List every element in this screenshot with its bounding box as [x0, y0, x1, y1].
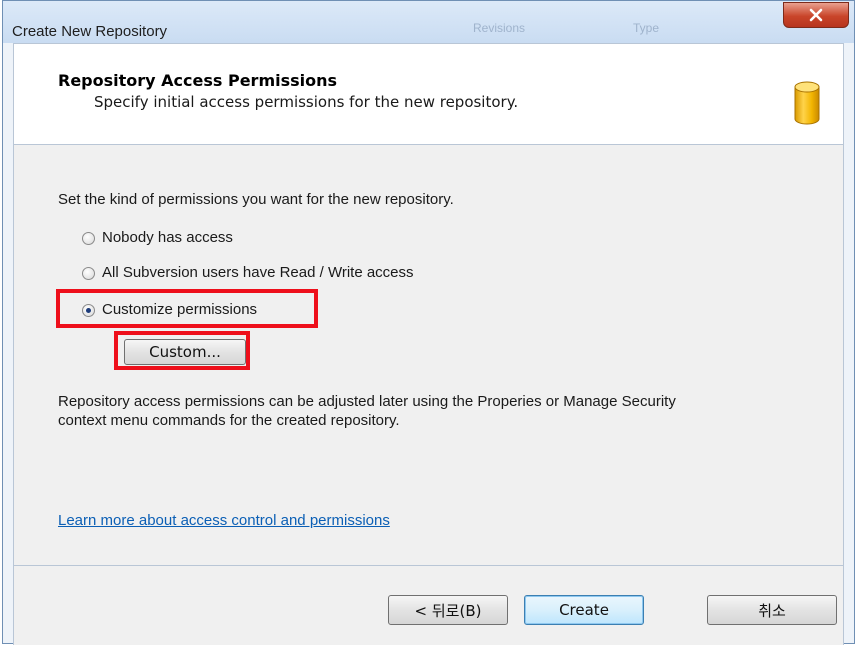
button-bar: < 뒤로(B) Create 취소 [13, 565, 844, 645]
database-icon [794, 81, 820, 125]
highlight-box-custom [114, 331, 250, 370]
highlight-box-customize [56, 289, 318, 328]
content-panel: Set the kind of permissions you want for… [13, 145, 844, 565]
close-icon [809, 8, 823, 22]
radio-all-users-label[interactable]: All Subversion users have Read / Write a… [102, 264, 414, 281]
permissions-note-line2: context menu commands for the created re… [58, 412, 400, 429]
radio-nobody[interactable] [82, 232, 95, 245]
permissions-note-line1: Repository access permissions can be adj… [58, 393, 676, 410]
permissions-prompt: Set the kind of permissions you want for… [58, 191, 454, 208]
background-label-type: Type [633, 21, 660, 35]
close-button[interactable] [783, 2, 849, 28]
background-label-revisions: Revisions [473, 21, 526, 35]
title-bar[interactable]: Create New Repository Revisions Type [3, 1, 854, 43]
window-title: Create New Repository [12, 23, 168, 40]
page-subtitle: Specify initial access permissions for t… [94, 93, 519, 111]
create-repository-dialog: Create New Repository Revisions Type Rep… [2, 0, 855, 645]
radio-nobody-label[interactable]: Nobody has access [102, 229, 233, 246]
create-button[interactable]: Create [524, 595, 644, 625]
header-panel: Repository Access Permissions Specify in… [13, 43, 844, 145]
back-button[interactable]: < 뒤로(B) [388, 595, 508, 625]
cancel-button[interactable]: 취소 [707, 595, 837, 625]
learn-more-link[interactable]: Learn more about access control and perm… [58, 512, 390, 529]
radio-all-users[interactable] [82, 267, 95, 280]
page-title: Repository Access Permissions [58, 71, 338, 90]
